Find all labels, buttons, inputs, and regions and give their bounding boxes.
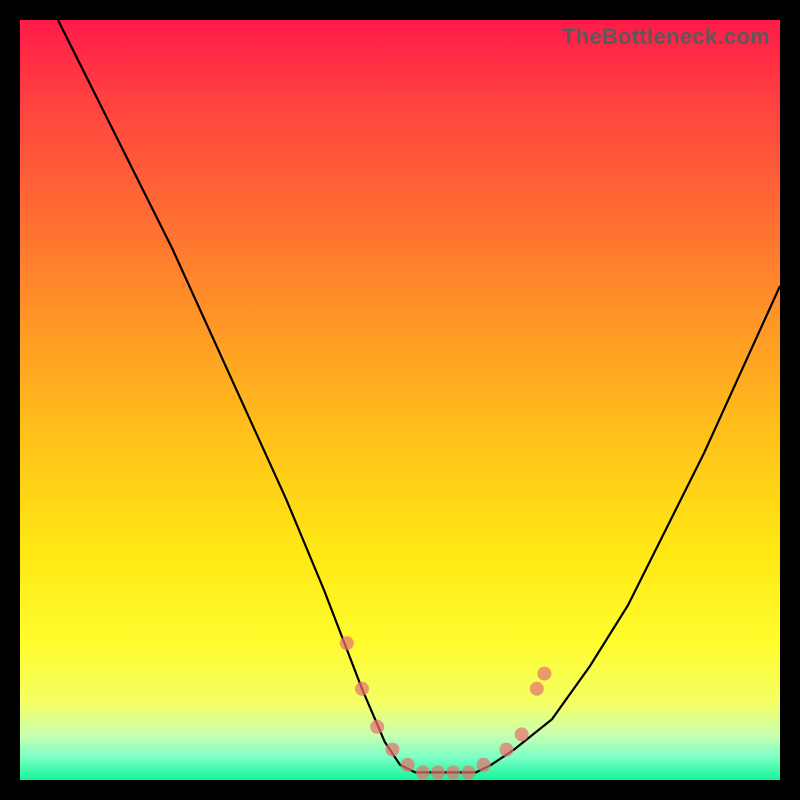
curve-marker [446, 765, 460, 779]
bottleneck-curve [58, 20, 780, 772]
chart-svg [20, 20, 780, 780]
curve-marker [515, 727, 529, 741]
curve-marker [401, 758, 415, 772]
curve-marker [530, 682, 544, 696]
curve-marker [477, 758, 491, 772]
curve-marker [461, 765, 475, 779]
curve-marker [537, 667, 551, 681]
curve-marker [431, 765, 445, 779]
curve-marker [340, 636, 354, 650]
curve-marker [370, 720, 384, 734]
curve-marker [355, 682, 369, 696]
curve-marker [499, 743, 513, 757]
curve-marker [416, 765, 430, 779]
curve-marker [385, 743, 399, 757]
chart-plot-area: TheBottleneck.com [20, 20, 780, 780]
curve-markers [340, 636, 552, 779]
